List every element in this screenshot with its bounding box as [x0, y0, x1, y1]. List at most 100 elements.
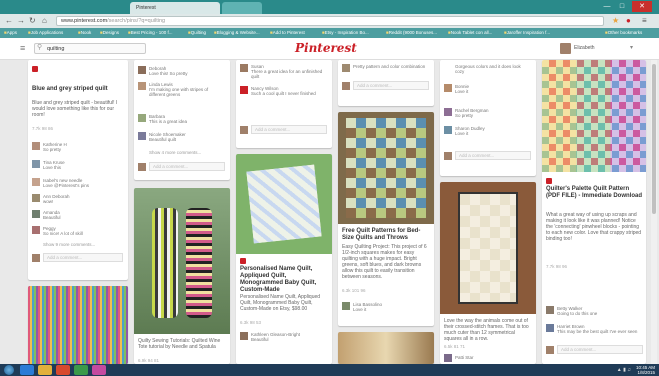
folder-icon[interactable] — [38, 365, 52, 375]
avatar[interactable] — [32, 210, 40, 218]
comment-text: Love this — [43, 165, 62, 170]
minimize-icon[interactable]: — — [600, 1, 614, 12]
username[interactable]: Elizabeth — [574, 45, 595, 51]
avatar[interactable] — [32, 178, 40, 186]
add-comment-input[interactable]: Add a comment... — [43, 253, 123, 262]
avatar[interactable] — [546, 324, 554, 332]
avatar[interactable] — [444, 84, 452, 92]
avatar[interactable] — [138, 66, 146, 74]
bookmark-quilting[interactable]: Quilting — [188, 30, 206, 35]
chevron-down-icon[interactable]: ▾ — [630, 44, 633, 51]
clock[interactable]: 10:45 AM 1/8/2015 — [636, 365, 655, 375]
system-tray-icon[interactable]: ▲ ▮ ♫ — [617, 367, 631, 373]
avatar[interactable] — [444, 354, 452, 362]
pin-card-name-quilt[interactable]: Personalised Name Quilt, Appliqued Quilt… — [236, 154, 332, 364]
search-input[interactable]: quilting — [34, 43, 146, 54]
forward-arrow-icon[interactable]: → — [17, 16, 25, 26]
pin-title[interactable]: Blue and grey striped quilt — [32, 86, 124, 93]
pin-card-blue-grey-quilt[interactable]: Blue and grey striped quilt Blue and gre… — [28, 60, 128, 280]
browser-navigation-bar: ← → ↻ ⌂ www.pinterest.com/search/pins/?q… — [0, 14, 659, 28]
bookmark-blogging[interactable]: Blogging & Website... — [214, 30, 260, 35]
pin-card-scrappy-quilt[interactable] — [28, 286, 128, 364]
avatar[interactable] — [342, 302, 350, 310]
avatar[interactable] — [32, 194, 40, 202]
media-player-icon[interactable] — [56, 365, 70, 375]
pin-card-comments-3[interactable]: Susan There a great idea for an unfinish… — [236, 60, 332, 148]
avatar[interactable] — [138, 132, 146, 140]
bookmark-apps[interactable]: Apps — [4, 30, 17, 35]
quilt-decor — [246, 164, 322, 244]
pin-image[interactable] — [28, 286, 128, 364]
scrollbar-thumb[interactable] — [652, 64, 656, 214]
avatar[interactable] — [444, 126, 452, 134]
bookmark-nook[interactable]: Nook — [78, 30, 92, 35]
pin-image[interactable] — [236, 154, 332, 254]
app-icon[interactable] — [92, 365, 106, 375]
tab-second[interactable] — [222, 2, 262, 14]
add-comment-input[interactable]: Add a comment... — [149, 162, 225, 171]
pin-image[interactable] — [134, 188, 230, 334]
pin-stats: 6.3k 101 96 — [342, 288, 366, 293]
close-icon[interactable]: ✕ — [632, 1, 652, 12]
bookmark-nook-tablet[interactable]: Nook Tablet con all... — [448, 30, 493, 35]
tab-pinterest[interactable]: Pinterest — [130, 2, 220, 14]
show-more-comments-link[interactable]: Show 9 more comments... — [43, 242, 123, 247]
avatar[interactable] — [240, 86, 248, 94]
bookmark-jaroffer[interactable]: Jaroffer Inspiration f... — [504, 30, 550, 35]
bookmark-other[interactable]: Other bookmarks — [605, 30, 643, 35]
pin-card-animal-quilt[interactable]: Love the way the animals come out of the… — [440, 182, 536, 364]
comment-author[interactable]: Patti Star — [455, 355, 531, 360]
pin-card-comments-2[interactable]: Deborah Love this! So pretty Linda Lewis… — [134, 60, 230, 180]
add-comment-input[interactable]: Add a comment... — [557, 345, 643, 354]
avatar[interactable] — [32, 142, 40, 150]
avatar[interactable] — [560, 43, 571, 54]
avatar[interactable] — [240, 332, 248, 340]
pin-image[interactable] — [542, 60, 646, 172]
pin-title[interactable]: Quilter's Palette Quilt Pattern (PDF FIL… — [546, 186, 642, 200]
pin-card-quilters-palette[interactable]: Quilter's Palette Quilt Pattern (PDF FIL… — [542, 60, 646, 364]
start-button-icon[interactable] — [4, 365, 14, 375]
pin-image[interactable] — [440, 182, 536, 314]
back-arrow-icon[interactable]: ← — [5, 16, 13, 26]
menu-icon[interactable]: ≡ — [642, 16, 647, 26]
bookmark-etsy[interactable]: Etsy - Inspiration Bo... — [322, 30, 369, 35]
add-comment-input[interactable]: Add a comment... — [353, 81, 429, 90]
pin-card-free-quilt-patterns[interactable]: Free Quilt Patterns for Bed-Size Quilts … — [338, 112, 434, 326]
pin-card-wine-tote[interactable]: Quilty Sewing Tutorials: Quilted Wine To… — [134, 188, 230, 364]
bookmark-designs[interactable]: Designs — [100, 30, 119, 35]
avatar[interactable] — [444, 108, 452, 116]
reload-icon[interactable]: ↻ — [29, 16, 36, 26]
pin-title[interactable]: Free Quilt Patterns for Bed-Size Quilts … — [342, 228, 430, 242]
avatar[interactable] — [546, 306, 554, 314]
maximize-icon[interactable]: □ — [615, 1, 629, 12]
avatar[interactable] — [240, 64, 248, 72]
comment-text: Love it — [455, 131, 469, 136]
add-comment-input[interactable]: Add a comment... — [455, 151, 531, 160]
address-bar[interactable]: www.pinterest.com/search/pins/?q=quiltin… — [56, 16, 604, 26]
pinterest-logo[interactable]: Pinterest — [295, 41, 357, 55]
hamburger-menu-icon[interactable]: ≡ — [20, 44, 25, 53]
add-comment-input[interactable]: Add a comment... — [251, 125, 327, 134]
show-more-comments-link[interactable]: Show 4 more comments... — [149, 150, 225, 155]
pin-image[interactable] — [338, 112, 434, 224]
home-icon[interactable]: ⌂ — [42, 16, 47, 26]
avatar[interactable] — [342, 64, 350, 72]
tote-left-decor — [152, 208, 178, 318]
bookmark-best-pricing[interactable]: Best Pricing - 100 f... — [128, 30, 173, 35]
bookmark-add-to-pinterest[interactable]: Add to Pinterest — [270, 30, 305, 35]
avatar[interactable] — [138, 114, 146, 122]
pin-title[interactable]: Personalised Name Quilt, Appliqued Quilt… — [240, 266, 328, 294]
chrome-icon[interactable] — [74, 365, 88, 375]
bookmark-reddit[interactable]: Reddit (9000 Bonuses... — [386, 30, 437, 35]
pin-card-partial[interactable] — [338, 332, 434, 364]
pin-card-comments-5[interactable]: Gorgeous colors and it does look cozy Bo… — [440, 60, 536, 176]
avatar[interactable] — [32, 226, 40, 234]
extension-icon[interactable]: ● — [626, 16, 631, 26]
avatar[interactable] — [138, 82, 146, 90]
avatar[interactable] — [32, 160, 40, 168]
star-icon[interactable]: ★ — [612, 16, 619, 26]
bookmark-job-applications[interactable]: Job Applications — [28, 30, 64, 35]
ie-icon[interactable] — [20, 365, 34, 375]
pin-card-comments-4[interactable]: Pretty pattern and color combination Add… — [338, 60, 434, 106]
pin-image[interactable] — [338, 332, 434, 364]
